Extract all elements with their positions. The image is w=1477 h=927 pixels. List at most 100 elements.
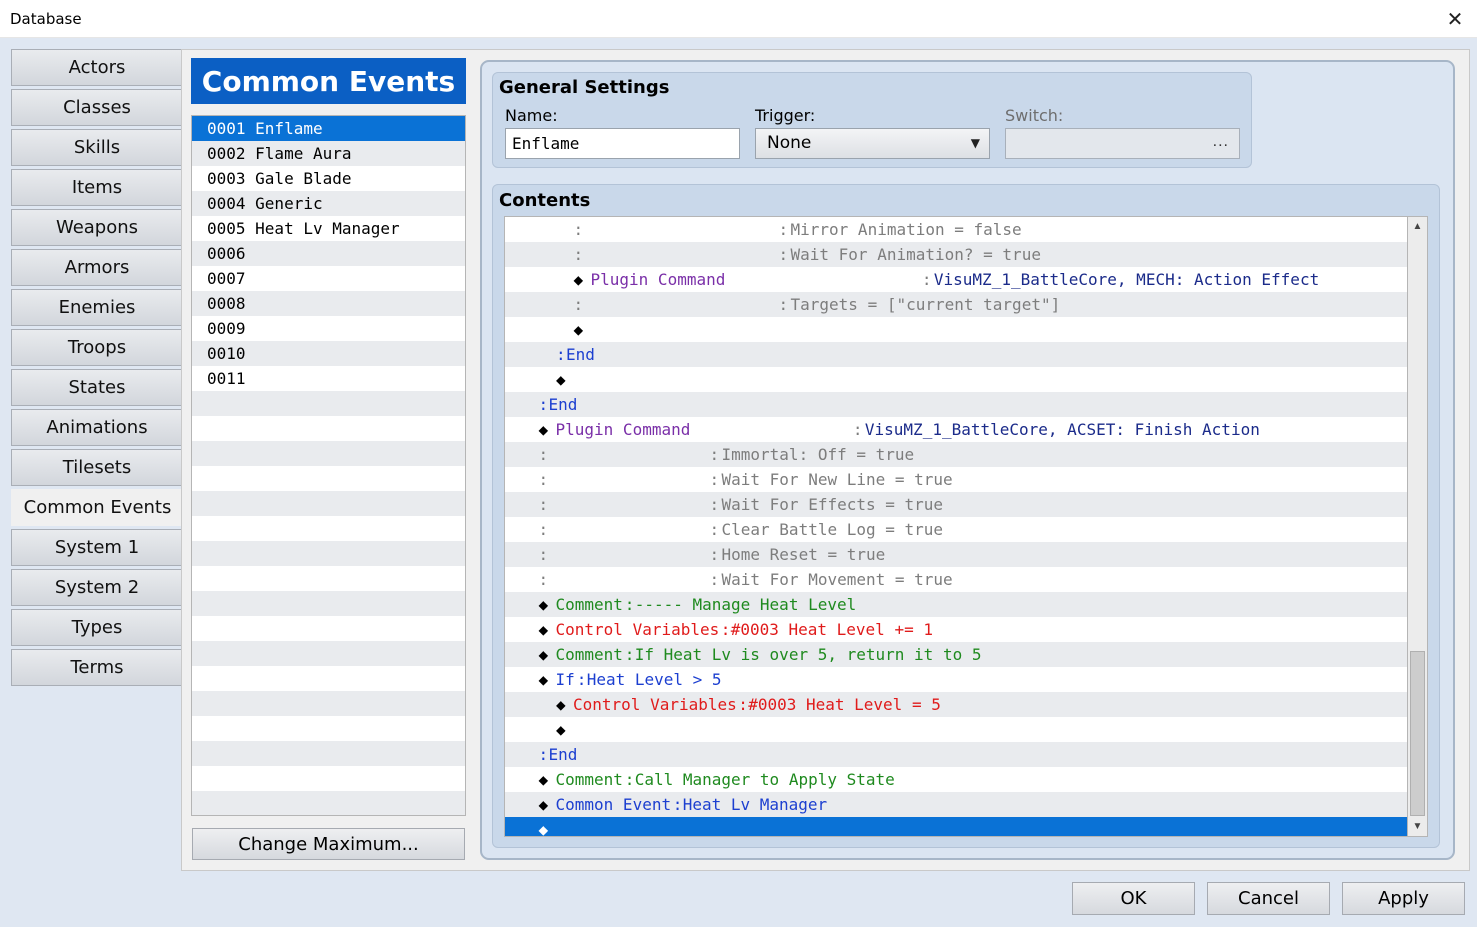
tab-types[interactable]: Types (11, 609, 183, 646)
command-text: Targets = ["current target"] (790, 295, 1061, 314)
cancel-button[interactable]: Cancel (1207, 882, 1330, 915)
tab-skills[interactable]: Skills (11, 129, 183, 166)
scrollbar-thumb[interactable] (1410, 651, 1425, 816)
event-command-row[interactable]: :: Clear Battle Log = true (505, 517, 1407, 542)
command-separator: : (778, 295, 789, 314)
tab-common-events[interactable]: Common Events (11, 489, 183, 526)
common-event-item[interactable]: 0003 Gale Blade (192, 166, 465, 191)
event-command-row[interactable]: ◆ Comment: If Heat Lv is over 5, return it… (505, 642, 1407, 667)
event-command-row[interactable]: ◆ Plugin Command: VisuMZ_1_BattleCore, MEC… (505, 267, 1407, 292)
command-diamond-icon: ◆ (556, 720, 566, 739)
common-event-item[interactable]: 0010 (192, 341, 465, 366)
event-command-row[interactable]: ◆ (505, 717, 1407, 742)
scroll-down-arrow-icon[interactable]: ▼ (1408, 817, 1427, 836)
command-text: Home Reset = true (721, 545, 886, 564)
event-command-row[interactable]: :: Wait For Animation? = true (505, 242, 1407, 267)
command-separator: : (556, 345, 566, 364)
command-separator: : (538, 745, 549, 764)
apply-button[interactable]: Apply (1342, 882, 1465, 915)
command-separator: : (538, 570, 549, 589)
event-command-row[interactable]: ◆ (505, 817, 1407, 836)
command-separator: : (778, 245, 789, 264)
tab-system-2[interactable]: System 2 (11, 569, 183, 606)
common-event-item[interactable]: 0011 (192, 366, 465, 391)
close-icon[interactable]: ✕ (1433, 0, 1477, 38)
command-text: VisuMZ_1_BattleCore, ACSET: Finish Actio… (864, 420, 1260, 439)
common-event-item[interactable]: 0002 Flame Aura (192, 141, 465, 166)
event-command-row[interactable]: ◆ Comment: ----- Manage Heat Level (505, 592, 1407, 617)
tab-animations[interactable]: Animations (11, 409, 183, 446)
contents-scrollbar[interactable]: ▲ ▼ (1407, 216, 1428, 837)
command-text: Comment (555, 645, 623, 664)
tab-terms[interactable]: Terms (11, 649, 183, 686)
event-command-row[interactable]: ◆ (505, 317, 1407, 342)
change-maximum-button[interactable]: Change Maximum... (192, 828, 465, 860)
common-events-list[interactable]: 0001 Enflame 0002 Flame Aura 0003 Gale Bla… (191, 115, 466, 816)
event-command-row[interactable]: ◆ Comment: Call Manager to Apply State (505, 767, 1407, 792)
command-separator: : (538, 470, 549, 489)
tab-actors[interactable]: Actors (11, 49, 183, 86)
command-text: If (555, 670, 575, 689)
common-event-empty-row (192, 391, 465, 416)
common-event-item[interactable]: 0008 (192, 291, 465, 316)
name-label: Name: (505, 106, 558, 125)
command-separator: : (576, 670, 587, 689)
command-separator: : (709, 495, 720, 514)
trigger-label: Trigger: (755, 106, 816, 125)
event-command-list[interactable]: :: Mirror Animation = false:: Wait For Ani… (504, 216, 1407, 837)
command-separator: : (921, 270, 932, 289)
tab-tilesets[interactable]: Tilesets (11, 449, 183, 486)
event-command-row[interactable]: ◆ Common Event: Heat Lv Manager (505, 792, 1407, 817)
event-command-row[interactable]: :: Mirror Animation = false (505, 217, 1407, 242)
switch-label: Switch: (1005, 106, 1064, 125)
tab-classes[interactable]: Classes (11, 89, 183, 126)
common-event-item[interactable]: 0006 (192, 241, 465, 266)
common-event-item[interactable]: 0005 Heat Lv Manager (192, 216, 465, 241)
event-command-row[interactable]: : End (505, 392, 1407, 417)
command-text: Control Variables (555, 620, 720, 639)
event-command-row[interactable]: : End (505, 742, 1407, 767)
command-text: Clear Battle Log = true (721, 520, 944, 539)
command-separator: : (709, 445, 720, 464)
ok-button[interactable]: OK (1072, 882, 1195, 915)
event-command-row[interactable]: ◆ Plugin Command: VisuMZ_1_BattleCore, ACS… (505, 417, 1407, 442)
tab-states[interactable]: States (11, 369, 183, 406)
event-command-row[interactable]: :: Wait For New Line = true (505, 467, 1407, 492)
event-command-row[interactable]: ◆ Control Variables: #0003 Heat Level += 1 (505, 617, 1407, 642)
common-events-header: Common Events (191, 58, 466, 104)
command-diamond-icon: ◆ (556, 695, 566, 714)
command-separator: : (709, 570, 720, 589)
event-command-row[interactable]: : End (505, 342, 1407, 367)
tab-enemies[interactable]: Enemies (11, 289, 183, 326)
tab-system-1[interactable]: System 1 (11, 529, 183, 566)
common-event-item[interactable]: 0001 Enflame (192, 116, 465, 141)
tab-troops[interactable]: Troops (11, 329, 183, 366)
tab-armors[interactable]: Armors (11, 249, 183, 286)
command-diamond-icon: ◆ (538, 670, 549, 689)
common-event-item[interactable]: 0007 (192, 266, 465, 291)
common-event-empty-row (192, 616, 465, 641)
event-command-row[interactable]: ◆ If: Heat Level > 5 (505, 667, 1407, 692)
scroll-up-arrow-icon[interactable]: ▲ (1408, 217, 1427, 236)
command-diamond-icon: ◆ (573, 320, 584, 339)
event-command-row[interactable]: :: Targets = ["current target"] (505, 292, 1407, 317)
switch-field: ... (1005, 128, 1240, 159)
common-event-empty-row (192, 541, 465, 566)
common-event-empty-row (192, 666, 465, 691)
name-field[interactable]: Enflame (505, 128, 740, 159)
event-command-row[interactable]: :: Wait For Movement = true (505, 567, 1407, 592)
event-command-row[interactable]: :: Immortal: Off = true (505, 442, 1407, 467)
event-command-row[interactable]: :: Home Reset = true (505, 542, 1407, 567)
event-command-row[interactable]: ◆ Control Variables: #0003 Heat Level = 5 (505, 692, 1407, 717)
common-event-item[interactable]: 0009 (192, 316, 465, 341)
event-command-row[interactable]: :: Wait For Effects = true (505, 492, 1407, 517)
command-text: Wait For Effects = true (721, 495, 944, 514)
tab-weapons[interactable]: Weapons (11, 209, 183, 246)
command-text: Heat Level > 5 (586, 670, 722, 689)
command-text: Wait For New Line = true (721, 470, 953, 489)
common-event-item[interactable]: 0004 Generic (192, 191, 465, 216)
event-command-row[interactable]: ◆ (505, 367, 1407, 392)
trigger-select[interactable]: None ▼ (755, 128, 990, 159)
tab-items[interactable]: Items (11, 169, 183, 206)
command-separator: : (709, 470, 720, 489)
